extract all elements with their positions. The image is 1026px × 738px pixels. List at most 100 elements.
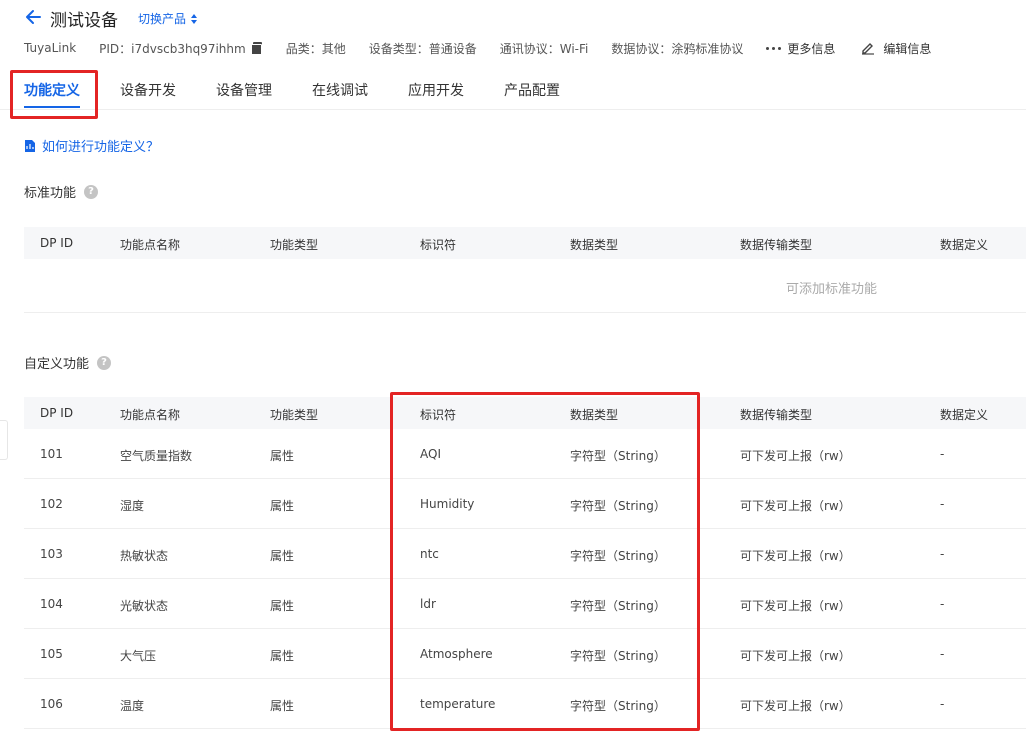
function-type-cell: 属性: [270, 649, 295, 663]
transfer-type-cell: 可下发可上报（rw）: [740, 499, 851, 513]
dp-id-cell: 104: [40, 597, 63, 611]
data-definition-cell: -: [940, 647, 945, 661]
data-type-cell: 字符型（String）: [570, 549, 666, 563]
meta-protocol: 通讯协议：Wi-Fi: [499, 41, 589, 56]
column-header: DP ID: [40, 406, 74, 420]
back-arrow-icon[interactable]: [24, 8, 42, 26]
standard-functions-heading: 标准功能 ?: [24, 182, 99, 201]
identifier-cell: Atmosphere: [420, 647, 493, 661]
dp-id-cell: 103: [40, 547, 63, 561]
function-name-cell: 光敏状态: [120, 599, 169, 613]
meta-device-type: 设备类型：普通设备: [368, 41, 477, 56]
edit-pen-icon: [862, 43, 875, 55]
function-name-cell: 热敏状态: [120, 549, 169, 563]
column-header: 功能点名称: [120, 238, 181, 252]
edit-info-label: 编辑信息: [883, 41, 932, 56]
meta-category: 品类：其他: [285, 41, 346, 56]
standard-empty-row: 可添加标准功能: [24, 259, 1026, 313]
header: 测试设备 切换产品 TuyaLink PID：i7dvscb3hq97ihhm …: [0, 0, 1026, 70]
meta-link: TuyaLink: [24, 41, 77, 55]
tab-device-development[interactable]: 设备开发: [120, 80, 176, 100]
standard-functions-title: 标准功能: [24, 186, 77, 201]
transfer-type-cell: 可下发可上报（rw）: [740, 699, 851, 713]
identifier-cell: AQI: [420, 447, 441, 461]
empty-state-text: 可添加标准功能: [786, 282, 878, 297]
tab-product-config[interactable]: 产品配置: [504, 80, 560, 100]
data-definition-cell: -: [940, 497, 945, 511]
function-type-cell: 属性: [270, 549, 295, 563]
dp-id-cell: 102: [40, 497, 63, 511]
document-icon: [25, 139, 35, 152]
data-type-cell: 字符型（String）: [570, 599, 666, 613]
more-info-button[interactable]: 更多信息: [766, 40, 835, 57]
column-header: DP ID: [40, 236, 74, 250]
function-type-cell: 属性: [270, 449, 295, 463]
identifier-cell: temperature: [420, 697, 496, 711]
side-drawer-handle[interactable]: [0, 420, 8, 460]
table-row: 101 空气质量指数 属性 AQI 字符型（String） 可下发可上报（rw） -: [24, 429, 1026, 479]
transfer-type-cell: 可下发可上报（rw）: [740, 549, 851, 563]
data-type-cell: 字符型（String）: [570, 449, 666, 463]
meta-pid-text: PID：i7dvscb3hq97ihhm: [99, 41, 246, 56]
meta-data-protocol: 数据协议：涂鸦标准协议: [611, 41, 744, 56]
question-icon[interactable]: ?: [84, 184, 99, 199]
switch-product-label: 切换产品: [138, 12, 187, 26]
function-name-cell: 大气压: [120, 649, 157, 663]
identifier-cell: ntc: [420, 547, 439, 561]
tab-function-definition[interactable]: 功能定义: [24, 80, 80, 100]
dp-id-cell: 105: [40, 647, 63, 661]
function-type-cell: 属性: [270, 499, 295, 513]
more-info-label: 更多信息: [787, 41, 836, 56]
question-icon[interactable]: ?: [97, 355, 112, 370]
transfer-type-cell: 可下发可上报（rw）: [740, 649, 851, 663]
data-type-cell: 字符型（String）: [570, 649, 666, 663]
edit-info-button[interactable]: 编辑信息: [861, 40, 931, 57]
data-definition-cell: -: [940, 597, 945, 611]
data-definition-cell: -: [940, 697, 945, 711]
table-row: 104 光敏状态 属性 ldr 字符型（String） 可下发可上报（rw） -: [24, 579, 1026, 629]
column-header: 数据定义: [940, 238, 989, 252]
column-header: 数据类型: [570, 408, 619, 422]
tab-online-debug[interactable]: 在线调试: [312, 80, 368, 100]
column-header: 数据类型: [570, 238, 619, 252]
column-header: 数据传输类型: [740, 408, 813, 422]
standard-table-header: DP ID 功能点名称 功能类型 标识符 数据类型 数据传输类型 数据定义: [24, 227, 1026, 259]
custom-functions-title: 自定义功能: [24, 357, 90, 372]
product-meta: TuyaLink PID：i7dvscb3hq97ihhm 品类：其他 设备类型…: [24, 39, 931, 57]
copy-icon[interactable]: [250, 42, 263, 55]
page-title: 测试设备: [50, 11, 118, 31]
custom-functions-heading: 自定义功能 ?: [24, 353, 112, 372]
column-header: 功能类型: [270, 408, 319, 422]
help-link[interactable]: 如何进行功能定义？: [24, 136, 159, 155]
function-name-cell: 空气质量指数: [120, 449, 193, 463]
function-name-cell: 湿度: [120, 499, 145, 513]
active-tab-indicator: [24, 106, 80, 108]
transfer-type-cell: 可下发可上报（rw）: [740, 599, 851, 613]
data-definition-cell: -: [940, 547, 945, 561]
transfer-type-cell: 可下发可上报（rw）: [740, 449, 851, 463]
help-link-label: 如何进行功能定义？: [42, 140, 160, 155]
tab-device-management[interactable]: 设备管理: [216, 80, 272, 100]
column-header: 标识符: [420, 408, 457, 422]
tab-bar: 功能定义 设备开发 设备管理 在线调试 应用开发 产品配置: [0, 70, 1026, 110]
function-name-cell: 温度: [120, 699, 145, 713]
identifier-cell: ldr: [420, 597, 436, 611]
table-row: 105 大气压 属性 Atmosphere 字符型（String） 可下发可上报（rw） -: [24, 629, 1026, 679]
table-row: 103 热敏状态 属性 ntc 字符型（String） 可下发可上报（rw） -: [24, 529, 1026, 579]
sort-caret-icon: [191, 13, 198, 24]
function-type-cell: 属性: [270, 699, 295, 713]
identifier-cell: Humidity: [420, 497, 475, 511]
data-type-cell: 字符型（String）: [570, 499, 666, 513]
custom-table-header: DP ID 功能点名称 功能类型 标识符 数据类型 数据传输类型 数据定义: [24, 397, 1026, 429]
switch-product-button[interactable]: 切换产品: [138, 10, 198, 27]
table-row: 106 温度 属性 temperature 字符型（String） 可下发可上报（rw） -: [24, 679, 1026, 729]
column-header: 标识符: [420, 238, 457, 252]
more-dots-icon: [766, 46, 782, 50]
dp-id-cell: 106: [40, 697, 63, 711]
function-type-cell: 属性: [270, 599, 295, 613]
column-header: 功能点名称: [120, 408, 181, 422]
column-header: 功能类型: [270, 238, 319, 252]
tab-app-development[interactable]: 应用开发: [408, 80, 464, 100]
data-type-cell: 字符型（String）: [570, 699, 666, 713]
table-row: 102 湿度 属性 Humidity 字符型（String） 可下发可上报（rw） -: [24, 479, 1026, 529]
